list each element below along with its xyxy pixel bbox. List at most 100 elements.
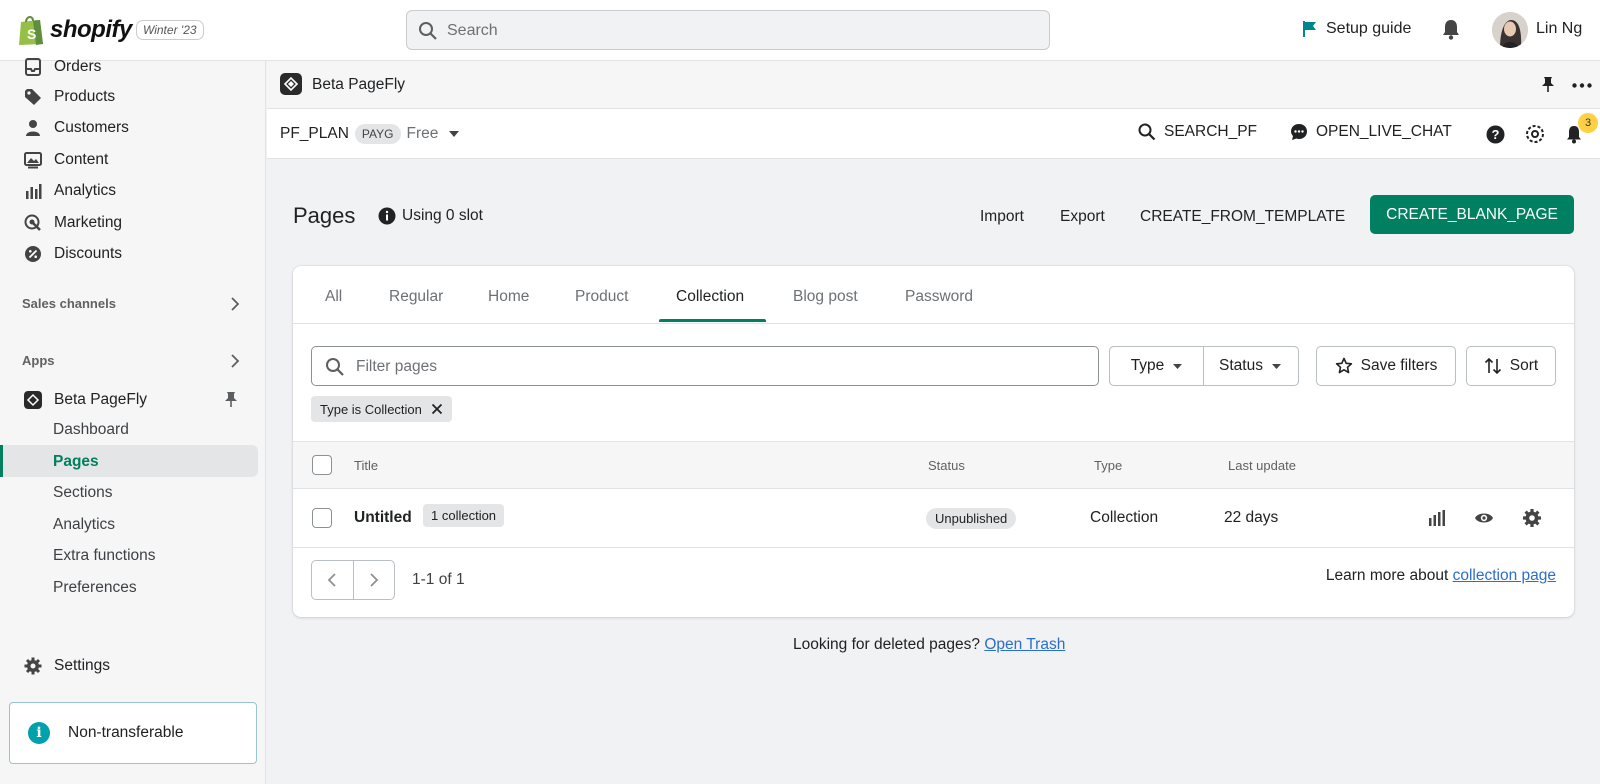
pin-icon[interactable]	[1541, 76, 1555, 93]
nav-discounts[interactable]: Discounts	[24, 241, 122, 267]
save-filters-button[interactable]: Save filters	[1316, 346, 1456, 386]
col-status[interactable]: Status	[928, 458, 965, 473]
caret-down-icon	[1173, 363, 1183, 369]
nav-content[interactable]: Content	[24, 147, 108, 173]
caret-down-icon	[449, 131, 460, 137]
more-horizontal-icon[interactable]	[1572, 83, 1592, 88]
chat-icon	[1291, 124, 1307, 140]
avatar-image	[1492, 12, 1528, 48]
nav-label: Products	[54, 88, 116, 105]
sub-nav-preferences[interactable]: Preferences	[53, 579, 137, 597]
nav-label: Marketing	[54, 214, 123, 231]
slot-usage: Using 0 slot	[378, 207, 483, 225]
row-checkbox[interactable]	[312, 508, 332, 528]
create-from-template-button[interactable]: CREATE_FROM_TEMPLATE	[1140, 208, 1345, 226]
chevron-left-icon[interactable]	[325, 572, 339, 588]
row-title[interactable]: Untitled	[354, 509, 412, 527]
setup-guide-label: Setup guide	[1326, 20, 1412, 37]
global-search-input[interactable]: Search	[406, 10, 1050, 50]
page-title: Pages	[293, 203, 356, 228]
segment-divider	[1203, 346, 1204, 386]
pagination-divider	[353, 561, 354, 599]
sub-nav-pages[interactable]: Pages	[53, 453, 99, 471]
tab-password[interactable]: Password	[905, 288, 973, 306]
tab-home[interactable]: Home	[488, 288, 529, 306]
tag-icon	[24, 88, 42, 106]
learn-more-text: Learn more about	[1325, 567, 1449, 584]
tab-all[interactable]: All	[325, 288, 342, 306]
col-title[interactable]: Title	[354, 458, 378, 473]
non-transferable-notice[interactable]: i Non-transferable	[9, 702, 257, 764]
flag-icon	[1303, 21, 1316, 37]
table-header: Title Status Type Last update	[293, 441, 1574, 489]
slot-text: Using 0 slot	[402, 207, 483, 224]
apps-heading[interactable]: Apps	[22, 353, 55, 368]
row-last-update: 22 days	[1224, 509, 1279, 526]
col-type[interactable]: Type	[1094, 458, 1122, 473]
filter-pages-input[interactable]: Filter pages	[311, 346, 1099, 386]
open-live-chat-button[interactable]: OPEN_LIVE_CHAT	[1290, 123, 1452, 141]
sub-nav-dashboard[interactable]: Dashboard	[53, 421, 129, 439]
tab-product[interactable]: Product	[575, 288, 628, 306]
nav-analytics[interactable]: Analytics	[24, 178, 116, 204]
info-icon	[378, 207, 396, 225]
tabs-divider	[293, 323, 1574, 324]
nav-customers[interactable]: Customers	[24, 115, 129, 141]
import-button[interactable]: Import	[980, 208, 1024, 226]
settings-ring-icon[interactable]	[1525, 124, 1545, 144]
sales-channels-heading[interactable]: Sales channels	[22, 296, 116, 311]
nav-marketing[interactable]: Marketing	[24, 210, 122, 236]
create-blank-page-button[interactable]: CREATE_BLANK_PAGE	[1370, 195, 1574, 234]
table-row[interactable]: Untitled 1 collection Unpublished Collec…	[293, 489, 1574, 548]
nav-app-pagefly[interactable]: Beta PageFly	[24, 387, 147, 413]
sort-icon	[1484, 357, 1501, 375]
shopify-logo[interactable]: S shopify	[16, 14, 132, 46]
export-button[interactable]: Export	[1060, 208, 1105, 226]
select-all-checkbox[interactable]	[312, 455, 332, 475]
plan-selector[interactable]: PF_PLAN PAYG Free	[280, 124, 460, 144]
chevron-right-icon[interactable]	[230, 297, 240, 311]
search-icon	[1138, 123, 1156, 141]
bell-icon[interactable]	[1441, 18, 1461, 40]
nav-orders[interactable]: Orders	[24, 54, 101, 80]
sub-nav-sections[interactable]: Sections	[53, 484, 112, 502]
user-avatar[interactable]	[1492, 12, 1528, 48]
status-filter-button[interactable]: Status	[1203, 346, 1299, 386]
tab-blog-post[interactable]: Blog post	[793, 288, 858, 306]
top-bar: S shopify Winter '23 Search Setup guide …	[0, 0, 1600, 61]
search-pf-button[interactable]: SEARCH_PF	[1138, 123, 1257, 141]
discount-icon	[24, 245, 42, 263]
type-filter-button[interactable]: Type	[1109, 346, 1204, 386]
applied-filter-tag[interactable]: Type is Collection	[311, 396, 452, 422]
nav-label: Discounts	[54, 245, 123, 262]
type-filter-label: Type	[1130, 357, 1165, 374]
edition-badge: Winter '23	[136, 20, 204, 40]
nav-label: Orders	[54, 58, 102, 75]
open-live-chat-label: OPEN_LIVE_CHAT	[1316, 123, 1452, 140]
help-icon[interactable]: ?	[1486, 125, 1505, 144]
col-last-update[interactable]: Last update	[1228, 458, 1296, 473]
eye-icon[interactable]	[1474, 511, 1494, 525]
tab-regular[interactable]: Regular	[389, 288, 443, 306]
gear-icon[interactable]	[1522, 508, 1542, 528]
sub-nav-extra-functions[interactable]: Extra functions	[53, 547, 156, 565]
chevron-right-icon[interactable]	[230, 354, 240, 368]
sort-label: Sort	[1509, 357, 1539, 374]
user-name[interactable]: Lin Ng	[1536, 20, 1582, 38]
pin-icon[interactable]	[224, 391, 238, 408]
app-title: Beta PageFly	[312, 76, 406, 93]
collection-page-link[interactable]: collection page	[1453, 567, 1556, 584]
close-icon[interactable]	[431, 403, 443, 415]
analytics-icon[interactable]	[1428, 509, 1446, 527]
nav-settings[interactable]: Settings	[24, 653, 110, 679]
setup-guide-button[interactable]: Setup guide	[1302, 20, 1411, 38]
sort-button[interactable]: Sort	[1466, 346, 1556, 386]
nav-label: Beta PageFly	[54, 391, 148, 408]
search-icon	[326, 358, 344, 376]
applied-filter-label: Type is Collection	[320, 401, 422, 417]
nav-products[interactable]: Products	[24, 84, 115, 110]
open-trash-link[interactable]: Open Trash	[984, 636, 1065, 653]
tab-collection[interactable]: Collection	[676, 288, 744, 306]
chevron-right-icon[interactable]	[367, 572, 381, 588]
sub-nav-analytics[interactable]: Analytics	[53, 516, 115, 534]
